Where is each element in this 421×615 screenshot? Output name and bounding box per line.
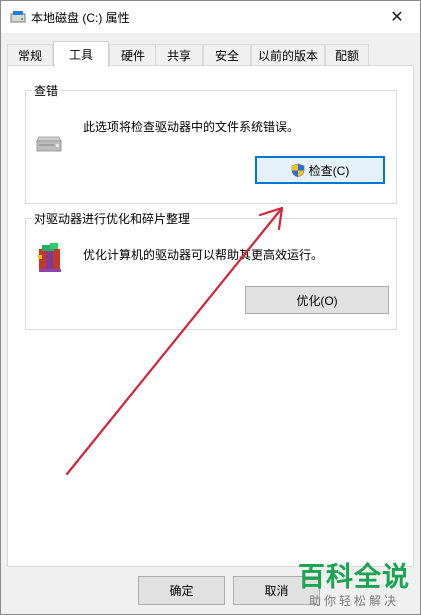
optimize-group: 对驱动器进行优化和碎片整理 优化计算机的驱动器可以帮助其更高效运行。 优化(O) [25, 210, 397, 330]
error-check-title: 查错 [32, 82, 61, 99]
close-icon: ✕ [390, 9, 404, 26]
optimize-description: 优化计算机的驱动器可以帮助其更高效运行。 [83, 248, 324, 262]
tab-hardware[interactable]: 硬件 [109, 44, 157, 66]
watermark-title: 百科全说 [298, 562, 410, 592]
title-bar: 本地磁盘 (C:) 属性 ✕ [1, 1, 420, 33]
optimize-button[interactable]: 优化(O) [245, 286, 389, 314]
cancel-button-label: 取消 [264, 584, 289, 598]
tab-security[interactable]: 安全 [203, 44, 251, 66]
optimize-button-label: 优化(O) [296, 293, 338, 308]
tab-label: 配额 [334, 49, 359, 63]
tab-quota[interactable]: 配额 [325, 44, 369, 66]
tab-tools[interactable]: 工具 [53, 41, 109, 67]
tab-label: 安全 [214, 49, 239, 63]
tab-previous-versions[interactable]: 以前的版本 [251, 44, 325, 66]
tab-label: 工具 [68, 48, 93, 62]
error-check-description: 此选项将检查驱动器中的文件系统错误。 [83, 120, 300, 134]
tab-label: 共享 [166, 49, 191, 63]
drive-icon [36, 136, 62, 152]
tab-label: 常规 [17, 49, 42, 63]
tab-general[interactable]: 常规 [7, 44, 53, 66]
tab-strip: 常规 工具 硬件 共享 安全 以前的版本 配额 [7, 41, 417, 67]
check-button-label: 检查(C) [308, 163, 350, 178]
properties-dialog: 本地磁盘 (C:) 属性 ✕ 常规 工具 硬件 共享 安全 以前的版本 配额 查… [0, 0, 421, 615]
error-check-group: 查错 此选项将检查驱动器中的文件系统错误。 检查(C) [25, 82, 397, 204]
close-button[interactable]: ✕ [374, 1, 420, 33]
ok-button-label: 确定 [169, 584, 194, 598]
drive-title-icon [10, 11, 26, 23]
ok-button[interactable]: 确定 [138, 576, 225, 605]
tab-label: 硬件 [120, 49, 145, 63]
defrag-icon [38, 243, 61, 272]
watermark-logo: 百科全说 助你轻松解决 [295, 562, 413, 609]
check-button[interactable]: 检查(C) [255, 156, 385, 184]
tab-label: 以前的版本 [257, 49, 318, 63]
tools-panel: 查错 此选项将检查驱动器中的文件系统错误。 检查(C) 对驱动器进行优化和碎片整… [7, 65, 414, 567]
tab-sharing[interactable]: 共享 [155, 44, 203, 66]
window-title: 本地磁盘 (C:) 属性 [31, 11, 130, 25]
uac-shield-icon [291, 163, 304, 177]
watermark-subtitle: 助你轻松解决 [308, 594, 399, 608]
optimize-title: 对驱动器进行优化和碎片整理 [32, 210, 193, 227]
